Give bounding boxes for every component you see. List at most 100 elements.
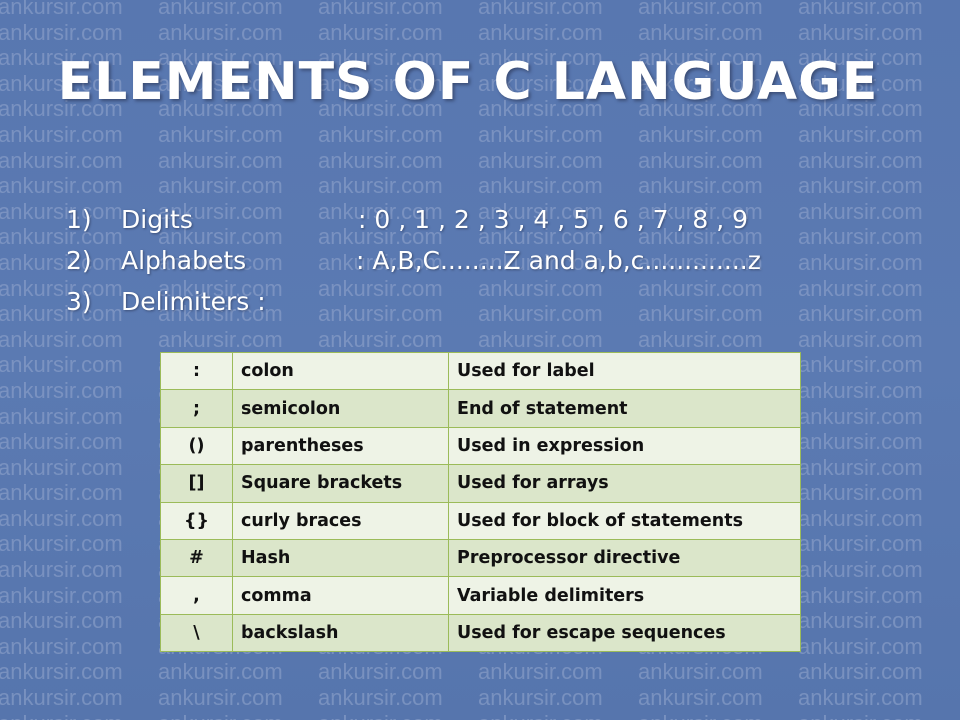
delimiters-table: : colon Used for label ; semicolon End o… xyxy=(160,351,801,653)
watermark-text: ankursir.com xyxy=(798,505,923,531)
slide-title: ELEMENTS OF C LANGUAGE xyxy=(57,52,879,112)
watermark-text: ankursir.com xyxy=(318,19,443,45)
watermark-text: ankursir.com xyxy=(158,121,283,147)
watermark-text: ankursir.com xyxy=(318,121,443,147)
point-delimiters: 3) Delimiters : xyxy=(66,287,926,328)
watermark-text: ankursir.com xyxy=(0,377,123,403)
name-cell: Square brackets xyxy=(232,464,449,503)
watermark-text: ankursir.com xyxy=(0,0,123,19)
watermark-text: ankursir.com xyxy=(0,582,123,608)
watermark-text: ankursir.com xyxy=(318,659,443,685)
point-value: : 0 , 1 , 2 , 3 , 4 , 5 , 6 , 7 , 8 , 9 xyxy=(358,205,748,234)
watermark-text: ankursir.com xyxy=(158,685,283,711)
use-cell: Used for arrays xyxy=(448,464,801,503)
watermark-text: ankursir.com xyxy=(0,147,123,173)
point-number: 2) xyxy=(66,246,92,275)
table-row: [] Square brackets Used for arrays xyxy=(160,464,801,503)
watermark-text: ankursir.com xyxy=(158,147,283,173)
watermark-text: ankursir.com xyxy=(798,685,923,711)
watermark-text: ankursir.com xyxy=(638,0,763,19)
watermark-text: ankursir.com xyxy=(0,121,123,147)
watermark-text: ankursir.com xyxy=(318,0,443,19)
watermark-text: ankursir.com xyxy=(0,19,123,45)
watermark-text: ankursir.com xyxy=(638,173,763,199)
point-digits: 1) Digits : 0 , 1 , 2 , 3 , 4 , 5 , 6 , … xyxy=(66,205,926,246)
use-cell: Used for escape sequences xyxy=(448,613,801,653)
symbol-cell: ; xyxy=(160,389,233,428)
use-cell: Used in expression xyxy=(448,426,801,466)
watermark-row: ankursir.com ankursir.com ankursir.com anku… xyxy=(0,173,960,199)
symbol-cell: () xyxy=(160,426,233,466)
watermark-text: ankursir.com xyxy=(0,326,123,352)
watermark-text: ankursir.com xyxy=(798,377,923,403)
watermark-row: ankursir.com ankursir.com ankursir.com anku… xyxy=(0,659,960,685)
watermark-text: ankursir.com xyxy=(798,147,923,173)
watermark-text: ankursir.com xyxy=(638,121,763,147)
watermark-text: ankursir.com xyxy=(0,659,123,685)
watermark-text: ankursir.com xyxy=(158,0,283,19)
watermark-text: ankursir.com xyxy=(0,352,123,378)
table-row: : colon Used for label xyxy=(160,351,801,391)
watermark-text: ankursir.com xyxy=(638,19,763,45)
name-cell: backslash xyxy=(232,613,449,653)
watermark-text: ankursir.com xyxy=(0,454,123,480)
point-number: 1) xyxy=(66,205,92,234)
watermark-text: ankursir.com xyxy=(638,659,763,685)
watermark-text: ankursir.com xyxy=(798,19,923,45)
table-row: () parentheses Used in expression xyxy=(160,426,801,466)
watermark-row: ankursir.com ankursir.com ankursir.com anku… xyxy=(0,122,960,148)
watermark-text: ankursir.com xyxy=(798,531,923,557)
use-cell: Variable delimiters xyxy=(448,576,801,615)
point-value: : A,B,C........Z and a,b,c.............z xyxy=(356,246,761,275)
watermark-text: ankursir.com xyxy=(798,173,923,199)
watermark-text: ankursir.com xyxy=(798,352,923,378)
table-row: # Hash Preprocessor directive xyxy=(160,538,801,578)
watermark-text: ankursir.com xyxy=(478,326,603,352)
slide: ankursir.com ankursir.com ankursir.com anku… xyxy=(0,0,960,720)
watermark-row: ankursir.com ankursir.com ankursir.com anku… xyxy=(0,685,960,711)
point-alphabets: 2) Alphabets : A,B,C........Z and a,b,c.… xyxy=(66,246,926,287)
watermark-row: ankursir.com ankursir.com ankursir.com anku… xyxy=(0,148,960,174)
watermark-text: ankursir.com xyxy=(478,0,603,19)
watermark-text: ankursir.com xyxy=(478,685,603,711)
watermark-text: ankursir.com xyxy=(638,685,763,711)
watermark-text: ankursir.com xyxy=(638,147,763,173)
watermark-text: ankursir.com xyxy=(318,711,478,720)
watermark-row: ankursir.com ankursir.com ankursir.com anku… xyxy=(0,20,960,46)
watermark-text: ankursir.com xyxy=(798,429,923,455)
table-row: {} curly braces Used for block of statem… xyxy=(160,501,801,540)
name-cell: Hash xyxy=(232,538,449,578)
watermark-text: ankursir.com xyxy=(798,0,923,19)
watermark-text: ankursir.com xyxy=(798,608,923,634)
watermark-text: ankursir.com xyxy=(0,633,123,659)
watermark-row: ankursir.com ankursir.com ankursir.com anku… xyxy=(0,0,960,20)
use-cell: Used for label xyxy=(448,351,801,391)
watermark-text: ankursir.com xyxy=(798,633,923,659)
watermark-text: ankursir.com xyxy=(318,326,443,352)
watermark-text: ankursir.com xyxy=(798,557,923,583)
watermark-text: ankursir.com xyxy=(0,531,123,557)
watermark-text: ankursir.com xyxy=(0,608,123,634)
name-cell: comma xyxy=(232,576,449,615)
name-cell: curly braces xyxy=(232,501,449,540)
watermark-text: ankursir.com xyxy=(0,711,158,720)
point-label: Delimiters : xyxy=(121,287,266,316)
use-cell: Used for block of statements xyxy=(448,501,801,540)
watermark-text: ankursir.com xyxy=(318,173,443,199)
watermark-text: ankursir.com xyxy=(478,19,603,45)
watermark-text: ankursir.com xyxy=(0,173,123,199)
use-cell: Preprocessor directive xyxy=(448,538,801,578)
point-number: 3) xyxy=(66,287,92,316)
watermark-text: ankursir.com xyxy=(158,711,318,720)
watermark-text: ankursir.com xyxy=(478,659,603,685)
symbol-cell: \ xyxy=(160,613,233,653)
watermark-text: ankursir.com xyxy=(158,19,283,45)
table-row: \ backslash Used for escape sequences xyxy=(160,613,801,653)
watermark-text: ankursir.com xyxy=(478,147,603,173)
watermark-text: ankursir.com xyxy=(158,173,283,199)
symbol-cell: {} xyxy=(160,501,233,540)
watermark-text: ankursir.com xyxy=(638,711,798,720)
watermark-text: ankursir.com xyxy=(638,326,763,352)
watermark-text: ankursir.com xyxy=(0,505,123,531)
table-row: , comma Variable delimiters xyxy=(160,576,801,615)
